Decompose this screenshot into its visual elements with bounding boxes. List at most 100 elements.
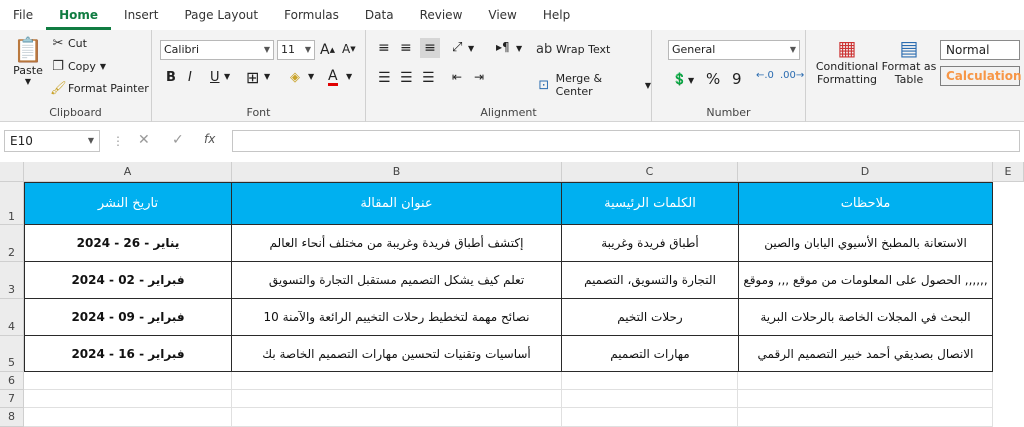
- select-all-corner[interactable]: [0, 162, 24, 182]
- empty-cell[interactable]: [232, 372, 562, 390]
- text-direction-icon[interactable]: ▸¶: [496, 40, 510, 54]
- merge-center-button[interactable]: ⊡ Merge & Center ▼: [536, 72, 651, 98]
- notes-cell[interactable]: الاستعانة بالمطبخ الأسيوي اليابان والصين: [738, 224, 993, 262]
- wrap-text-button[interactable]: ab Wrap Text: [536, 42, 610, 57]
- borders-icon[interactable]: ⊞: [246, 68, 259, 87]
- format-as-table-button[interactable]: ▤ Format as Table: [880, 36, 938, 86]
- empty-cell[interactable]: [232, 408, 562, 427]
- keywords-cell[interactable]: التجارة والتسويق، التصميم: [561, 261, 739, 299]
- row-header[interactable]: 3: [0, 262, 24, 299]
- chevron-down-icon[interactable]: ▼: [264, 72, 270, 81]
- title-cell[interactable]: تعلم كيف يشكل التصميم مستقبل التجارة وال…: [231, 261, 562, 299]
- title-cell[interactable]: أساسيات وتقنيات لتحسين مهارات التصميم ال…: [231, 335, 562, 372]
- chevron-down-icon[interactable]: ▼: [688, 76, 694, 85]
- row-header[interactable]: 2: [0, 225, 24, 262]
- bold-icon[interactable]: B: [166, 70, 176, 85]
- copy-button[interactable]: ❐ Copy ▼: [50, 59, 106, 74]
- underline-icon[interactable]: U: [210, 70, 220, 85]
- row-header[interactable]: 5: [0, 336, 24, 372]
- chevron-down-icon[interactable]: ▼: [516, 44, 522, 53]
- format-painter-button[interactable]: 🖌 Format Painter: [50, 81, 149, 96]
- font-name-select[interactable]: Calibri ▼: [160, 40, 274, 60]
- empty-cell[interactable]: [562, 372, 738, 390]
- date-cell[interactable]: فبراير - 09 - 2024: [24, 298, 232, 336]
- tab-insert[interactable]: Insert: [111, 0, 171, 30]
- header-cell[interactable]: الكلمات الرئيسية: [561, 182, 739, 225]
- increase-decimal-icon[interactable]: ←.0: [756, 70, 774, 81]
- align-left-icon[interactable]: ☰: [378, 70, 391, 86]
- increase-font-icon[interactable]: A ▲: [320, 42, 335, 58]
- column-header[interactable]: A: [24, 162, 232, 182]
- chevron-down-icon[interactable]: ▼: [224, 72, 230, 81]
- notes-cell[interactable]: الانصال بصديقي أحمد خبير التصميم الرقمي: [738, 335, 993, 372]
- decrease-decimal-icon[interactable]: .00→: [780, 70, 804, 81]
- column-header[interactable]: C: [562, 162, 738, 182]
- empty-cell[interactable]: [24, 408, 232, 427]
- tab-data[interactable]: Data: [352, 0, 407, 30]
- align-bottom-icon[interactable]: ≡: [420, 38, 440, 58]
- keywords-cell[interactable]: مهارات التصميم: [561, 335, 739, 372]
- empty-cell[interactable]: [738, 408, 993, 427]
- increase-indent-icon[interactable]: ⇥: [474, 70, 484, 84]
- insert-function-icon[interactable]: fx: [204, 132, 215, 146]
- column-header[interactable]: B: [232, 162, 562, 182]
- font-size-select[interactable]: 11 ▼: [277, 40, 315, 60]
- header-cell[interactable]: عنوان المقالة: [231, 182, 562, 225]
- tab-home[interactable]: Home: [46, 0, 112, 30]
- keywords-cell[interactable]: رحلات التخيم: [561, 298, 739, 336]
- font-color-icon[interactable]: A: [328, 68, 338, 86]
- row-header[interactable]: 1: [0, 182, 24, 225]
- orientation-icon[interactable]: ⤢: [452, 40, 462, 55]
- column-header[interactable]: E: [993, 162, 1024, 182]
- accounting-icon[interactable]: 💲: [672, 72, 687, 86]
- decrease-font-icon[interactable]: A ▼: [342, 42, 356, 56]
- italic-icon[interactable]: I: [188, 70, 192, 85]
- tab-review[interactable]: Review: [407, 0, 476, 30]
- title-cell[interactable]: إكتشف أطباق فريدة وغريبة من مختلف أنحاء …: [231, 224, 562, 262]
- align-top-icon[interactable]: ≡: [378, 40, 390, 56]
- keywords-cell[interactable]: أطباق فريدة وغريبة: [561, 224, 739, 262]
- percent-icon[interactable]: %: [706, 70, 720, 88]
- column-header[interactable]: D: [738, 162, 993, 182]
- fill-color-icon[interactable]: ◈: [290, 70, 300, 85]
- name-box[interactable]: E10 ▼: [4, 130, 100, 152]
- notes-cell[interactable]: البحث في المجلات الخاصة بالرحلات البرية: [738, 298, 993, 336]
- row-header[interactable]: 6: [0, 372, 24, 390]
- header-cell[interactable]: ملاحظات: [738, 182, 993, 225]
- empty-cell[interactable]: [24, 372, 232, 390]
- align-center-icon[interactable]: ☰: [400, 70, 413, 86]
- cut-button[interactable]: ✂ Cut: [50, 36, 87, 51]
- row-header[interactable]: 4: [0, 299, 24, 336]
- chevron-down-icon[interactable]: ▼: [346, 72, 352, 81]
- tab-file[interactable]: File: [0, 0, 46, 30]
- tab-page-layout[interactable]: Page Layout: [171, 0, 271, 30]
- tab-view[interactable]: View: [475, 0, 529, 30]
- empty-cell[interactable]: [738, 372, 993, 390]
- paste-button[interactable]: 📋 Paste ▼: [10, 36, 46, 86]
- align-middle-icon[interactable]: ≡: [400, 40, 412, 56]
- header-cell[interactable]: تاريخ النشر: [24, 182, 232, 225]
- formula-input[interactable]: [232, 130, 1020, 152]
- empty-cell[interactable]: [232, 390, 562, 408]
- title-cell[interactable]: نصائح مهمة لتخطيط رحلات التخييم الرائعة …: [231, 298, 562, 336]
- tab-help[interactable]: Help: [530, 0, 583, 30]
- date-cell[interactable]: يناير - 26 - 2024: [24, 224, 232, 262]
- date-cell[interactable]: فبراير - 16 - 2024: [24, 335, 232, 372]
- chevron-down-icon[interactable]: ▼: [308, 72, 314, 81]
- date-cell[interactable]: فبراير - 02 - 2024: [24, 261, 232, 299]
- empty-cell[interactable]: [738, 390, 993, 408]
- empty-cell[interactable]: [562, 390, 738, 408]
- row-header[interactable]: 8: [0, 408, 24, 427]
- comma-style-icon[interactable]: 9: [732, 70, 742, 88]
- decrease-indent-icon[interactable]: ⇤: [452, 70, 462, 84]
- tab-formulas[interactable]: Formulas: [271, 0, 352, 30]
- style-normal[interactable]: Normal: [940, 40, 1020, 60]
- number-format-select[interactable]: General ▼: [668, 40, 800, 60]
- notes-cell[interactable]: الحصول على المعلومات من موقع ,,, وموقع ,…: [738, 261, 993, 299]
- row-header[interactable]: 7: [0, 390, 24, 408]
- cancel-icon[interactable]: ✕: [138, 132, 150, 148]
- style-calculation[interactable]: Calculation: [940, 66, 1022, 86]
- conditional-formatting-button[interactable]: ▦ Conditional Formatting: [814, 36, 880, 86]
- align-right-icon[interactable]: ☰: [422, 70, 435, 86]
- empty-cell[interactable]: [24, 390, 232, 408]
